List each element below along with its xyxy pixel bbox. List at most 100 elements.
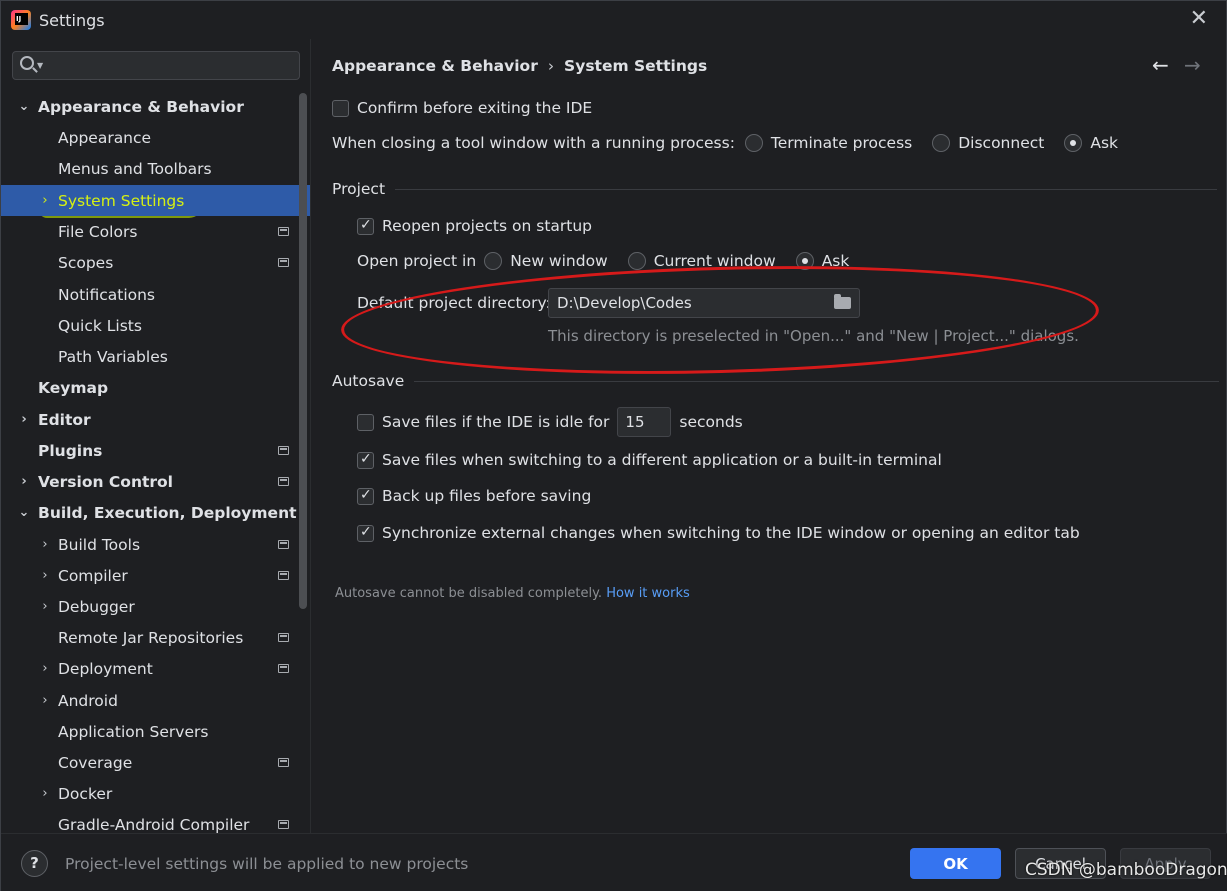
chevron-right-icon: › <box>42 537 48 552</box>
tree-item-appearance[interactable]: Appearance <box>1 122 297 153</box>
forward-arrow-icon[interactable]: → <box>1184 53 1201 77</box>
back-arrow-icon[interactable]: ← <box>1152 53 1169 77</box>
breadcrumb-separator: › <box>547 57 555 75</box>
default-directory-value: D:\Develop\Codes <box>557 294 692 312</box>
breadcrumb: Appearance & Behavior › System Settings <box>332 57 707 75</box>
chevron-right-icon: › <box>21 474 27 489</box>
disconnect-radio[interactable] <box>932 134 951 152</box>
chevron-right-icon: › <box>42 693 48 708</box>
save-idle-checkbox[interactable] <box>357 413 374 431</box>
settings-tree-panel: ▼ ⌄ Appearance & Behavior Appearance Men… <box>1 39 311 833</box>
project-scope-icon <box>278 664 289 673</box>
confirm-exit-row[interactable]: Confirm before exiting the IDE <box>332 99 592 117</box>
open-ask-radio[interactable] <box>795 252 814 270</box>
help-button[interactable]: ? <box>21 850 48 877</box>
terminate-process-radio[interactable] <box>744 134 763 152</box>
tree-item-application-servers[interactable]: Application Servers <box>1 716 297 747</box>
folder-icon[interactable] <box>834 294 851 309</box>
save-idle-label: Save files if the IDE is idle for <box>382 413 610 431</box>
chevron-right-icon: › <box>42 661 48 676</box>
backup-files-row[interactable]: Back up files before saving <box>357 487 591 505</box>
tree-item-version-control[interactable]: › Version Control <box>1 466 297 497</box>
tree-item-compiler[interactable]: › Compiler <box>1 560 297 591</box>
chevron-down-icon: ⌄ <box>18 99 30 114</box>
new-window-label: New window <box>510 252 608 270</box>
how-it-works-link[interactable]: How it works <box>606 586 690 601</box>
project-section-title: Project <box>332 180 386 198</box>
autosave-section-title: Autosave <box>332 372 405 390</box>
tree-item-path-variables[interactable]: Path Variables <box>1 341 297 372</box>
backup-files-checkbox[interactable] <box>357 487 374 505</box>
project-section-header: Project <box>332 180 1218 198</box>
search-icon <box>20 56 34 70</box>
tree-item-plugins[interactable]: Plugins <box>1 435 297 466</box>
tree-item-notifications[interactable]: Notifications <box>1 279 297 310</box>
default-directory-label: Default project directory: <box>357 294 551 312</box>
project-scope-icon <box>278 633 289 642</box>
project-scope-icon <box>278 477 289 486</box>
reopen-projects-checkbox[interactable] <box>357 217 374 235</box>
ok-button[interactable]: OK <box>910 848 1001 879</box>
tree-item-gradle-android-compiler[interactable]: Gradle-Android Compiler <box>1 809 297 833</box>
title-bar: Settings ✕ <box>1 1 1226 39</box>
open-project-in-row: Open project in New window Current windo… <box>357 252 849 270</box>
tree-item-system-settings[interactable]: › System Settings <box>1 185 310 216</box>
search-input[interactable]: ▼ <box>12 51 300 80</box>
window-title: Settings <box>39 11 105 30</box>
tree-item-docker[interactable]: › Docker <box>1 778 297 809</box>
current-window-radio[interactable] <box>627 252 646 270</box>
chevron-right-icon: › <box>21 412 27 427</box>
tree-item-editor[interactable]: › Editor <box>1 404 297 435</box>
idle-seconds-unit: seconds <box>679 413 743 431</box>
close-icon[interactable]: ✕ <box>1190 8 1208 30</box>
chevron-right-icon: › <box>42 193 48 208</box>
tree-scrollbar[interactable] <box>299 93 307 609</box>
tree-item-debugger[interactable]: › Debugger <box>1 591 297 622</box>
default-directory-field[interactable]: D:\Develop\Codes <box>548 288 860 318</box>
chevron-right-icon: › <box>42 599 48 614</box>
tree-item-android[interactable]: › Android <box>1 685 297 716</box>
chevron-right-icon: › <box>42 786 48 801</box>
tree-item-build-execution-deployment[interactable]: ⌄ Build, Execution, Deployment <box>1 497 297 528</box>
new-window-radio[interactable] <box>484 252 503 270</box>
sync-external-row[interactable]: Synchronize external changes when switch… <box>357 524 1080 542</box>
tree-item-file-colors[interactable]: File Colors <box>1 216 297 247</box>
save-on-switch-row[interactable]: Save files when switching to a different… <box>357 451 942 469</box>
confirm-exit-label: Confirm before exiting the IDE <box>357 99 593 117</box>
save-on-switch-checkbox[interactable] <box>357 451 374 469</box>
chevron-down-icon: ⌄ <box>18 505 30 520</box>
tree-item-build-tools[interactable]: › Build Tools <box>1 529 297 560</box>
confirm-exit-checkbox[interactable] <box>332 99 349 117</box>
intellij-app-icon <box>11 10 31 30</box>
tree-item-remote-jar-repositories[interactable]: Remote Jar Repositories <box>1 622 297 653</box>
divider <box>414 380 1220 382</box>
open-project-in-label: Open project in <box>357 252 477 270</box>
project-scope-icon <box>278 820 289 829</box>
autosave-note-text: Autosave cannot be disabled completely. <box>335 586 603 601</box>
current-window-label: Current window <box>653 252 776 270</box>
disconnect-label: Disconnect <box>958 134 1045 152</box>
save-idle-row: Save files if the IDE is idle for 15 sec… <box>357 407 743 437</box>
ask-radio[interactable] <box>1064 134 1083 152</box>
reopen-projects-row[interactable]: Reopen projects on startup <box>357 217 592 235</box>
tree-item-appearance-behavior[interactable]: ⌄ Appearance & Behavior <box>1 91 297 122</box>
idle-seconds-input[interactable]: 15 <box>617 407 672 437</box>
tree-item-keymap[interactable]: Keymap <box>1 372 297 403</box>
tree-item-deployment[interactable]: › Deployment <box>1 653 297 684</box>
autosave-section-header: Autosave <box>332 372 1220 390</box>
tree-item-menus-toolbars[interactable]: Menus and Toolbars <box>1 153 297 184</box>
tree-item-coverage[interactable]: Coverage <box>1 747 297 778</box>
sync-external-checkbox[interactable] <box>357 524 374 542</box>
autosave-note: Autosave cannot be disabled completely. … <box>335 586 690 601</box>
ask-label: Ask <box>1090 134 1118 152</box>
closing-process-row: When closing a tool window with a runnin… <box>332 134 1118 152</box>
divider <box>395 188 1218 190</box>
breadcrumb-parent[interactable]: Appearance & Behavior <box>332 57 538 75</box>
project-scope-icon <box>278 571 289 580</box>
tree-item-scopes[interactable]: Scopes <box>1 247 297 278</box>
project-scope-icon <box>278 540 289 549</box>
settings-content-panel: Appearance & Behavior › System Settings ← … <box>312 39 1226 833</box>
default-directory-hint: This directory is preselected in "Open..… <box>548 327 1079 345</box>
tree-item-quick-lists[interactable]: Quick Lists <box>1 310 297 341</box>
project-scope-icon <box>278 446 289 455</box>
